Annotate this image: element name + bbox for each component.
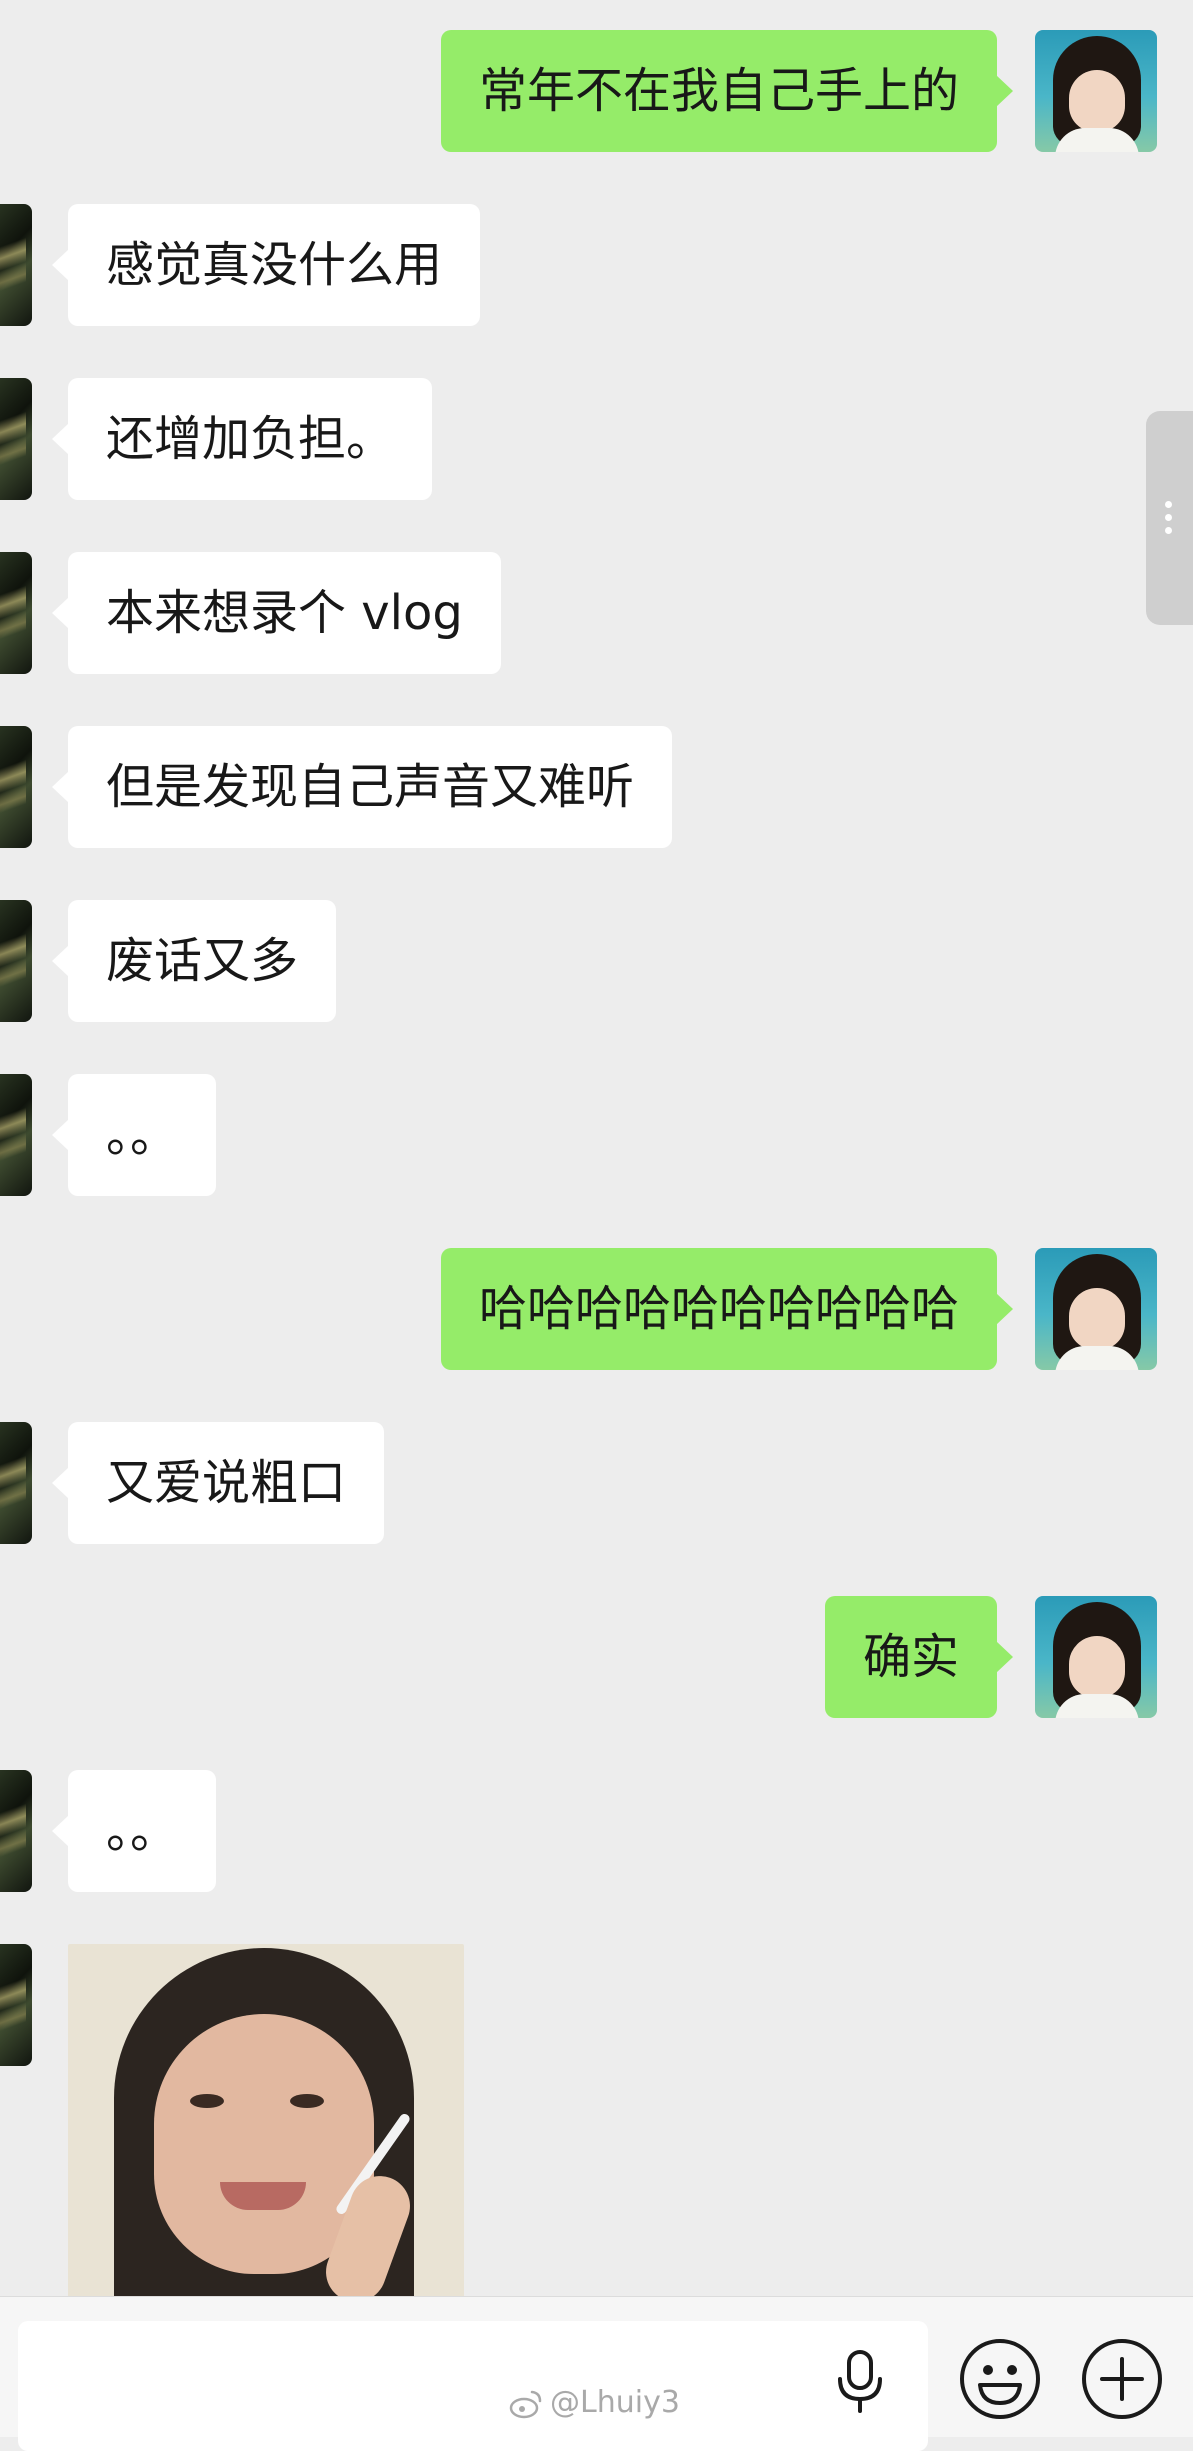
chat-area[interactable]: 常年不在我自己手上的 感觉真没什么用 还增加负担。 本来想录个 vlog 但是发… xyxy=(0,0,1193,2296)
my-avatar[interactable] xyxy=(1035,1248,1157,1370)
contact-avatar[interactable] xyxy=(0,1074,32,1196)
contact-avatar[interactable] xyxy=(0,1770,32,1892)
message-row-incoming: 又爱说粗口 xyxy=(0,1422,1193,1546)
message-bubble-incoming[interactable]: 。。 xyxy=(51,1770,217,1892)
message-row-outgoing: 常年不在我自己手上的 xyxy=(0,30,1193,154)
message-bubble-incoming[interactable]: 。。 xyxy=(51,1074,217,1196)
my-avatar[interactable] xyxy=(1035,30,1157,152)
plus-icon[interactable] xyxy=(1080,2337,1164,2421)
message-row-incoming: 感觉真没什么用 xyxy=(0,204,1193,328)
message-row-incoming: 还增加负担。 xyxy=(0,378,1193,502)
message-bubble-incoming[interactable]: 又爱说粗口 xyxy=(51,1422,385,1544)
contact-avatar[interactable] xyxy=(0,378,32,500)
side-panel-handle[interactable] xyxy=(1146,411,1193,625)
emoji-icon[interactable] xyxy=(958,2337,1042,2421)
image-message[interactable] xyxy=(68,1944,464,2296)
message-row-outgoing: 确实 xyxy=(0,1596,1193,1720)
message-bubble-outgoing[interactable]: 确实 xyxy=(824,1596,1014,1718)
contact-avatar[interactable] xyxy=(0,726,32,848)
message-bubble-incoming[interactable]: 本来想录个 vlog xyxy=(52,552,501,674)
message-row-incoming xyxy=(0,1944,1193,2296)
message-bubble-outgoing[interactable]: 常年不在我自己手上的 xyxy=(440,30,1014,152)
mic-icon[interactable] xyxy=(832,2349,888,2413)
contact-avatar[interactable] xyxy=(0,1944,32,2066)
message-row-outgoing: 哈哈哈哈哈哈哈哈哈哈 xyxy=(0,1248,1193,1372)
watermark-text: @Lhuiy3 xyxy=(550,2385,680,2420)
message-bubble-incoming[interactable]: 但是发现自己声音又难听 xyxy=(51,726,673,848)
weibo-icon xyxy=(509,2390,542,2418)
contact-avatar[interactable] xyxy=(0,900,32,1022)
my-avatar[interactable] xyxy=(1035,1596,1157,1718)
message-row-incoming: 本来想录个 vlog xyxy=(0,552,1193,676)
contact-avatar[interactable] xyxy=(0,204,32,326)
message-row-incoming: 废话又多 xyxy=(0,900,1193,1024)
watermark: @Lhuiy3 xyxy=(508,2381,680,2425)
contact-avatar[interactable] xyxy=(0,552,32,674)
message-row-incoming: 但是发现自己声音又难听 xyxy=(0,726,1193,850)
message-bubble-incoming[interactable]: 感觉真没什么用 xyxy=(51,204,481,326)
message-bubble-outgoing[interactable]: 哈哈哈哈哈哈哈哈哈哈 xyxy=(440,1248,1014,1370)
message-bubble-incoming[interactable]: 还增加负担。 xyxy=(51,378,433,500)
input-bar: @Lhuiy3 xyxy=(0,2296,1193,2451)
message-bubble-incoming[interactable]: 废话又多 xyxy=(51,900,337,1022)
message-input[interactable] xyxy=(18,2321,928,2451)
contact-avatar[interactable] xyxy=(0,1422,32,1544)
message-row-incoming: 。。 xyxy=(0,1074,1193,1198)
message-row-incoming: 。。 xyxy=(0,1770,1193,1894)
